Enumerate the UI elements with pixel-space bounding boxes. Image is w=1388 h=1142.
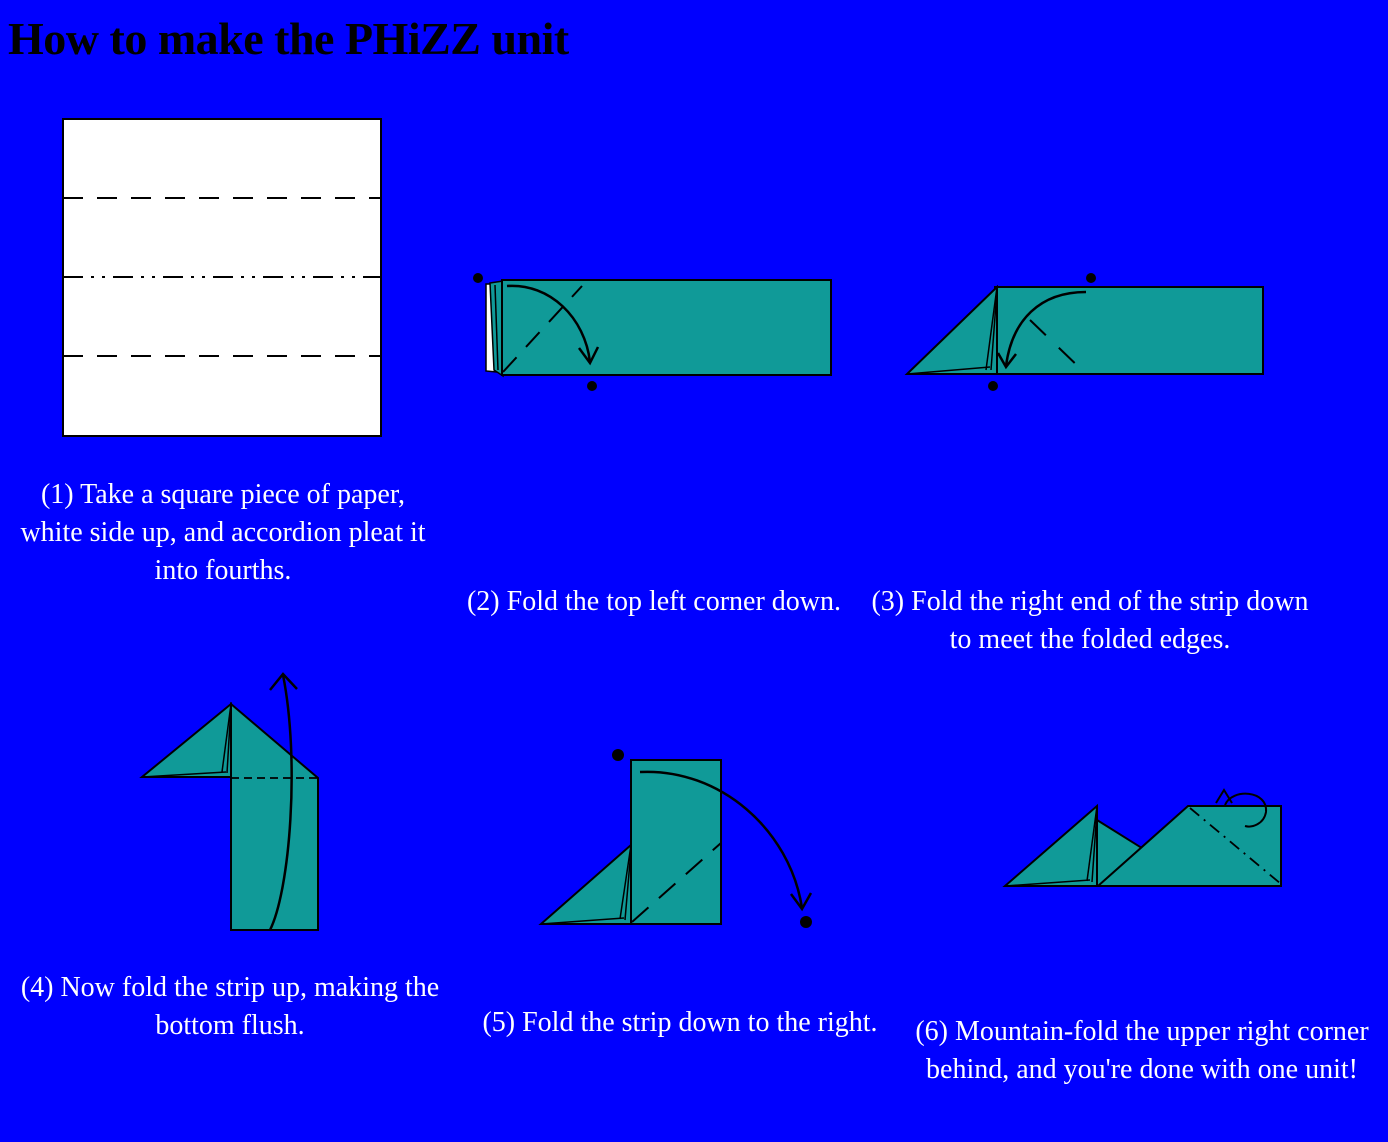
step-4-illustration — [139, 672, 319, 931]
folded-triangle — [904, 284, 998, 375]
step-6-caption: (6) Mountain-fold the upper right corner… — [915, 1016, 1369, 1085]
reference-dot — [800, 916, 812, 928]
step-1-illustration — [62, 118, 382, 437]
step-2-caption: (2) Fold the top left corner down. — [466, 586, 842, 617]
paper-strip — [994, 286, 1264, 375]
paper-strip — [501, 279, 832, 376]
step-2-illustration — [473, 273, 832, 391]
step-6-illustration — [1002, 788, 1282, 887]
reference-dot — [587, 381, 597, 391]
arrow-head — [1215, 788, 1233, 804]
step-5-illustration — [538, 749, 813, 928]
step-3-caption: (3) Fold the right end of the strip down… — [871, 586, 1309, 655]
step-1-caption: (1) Take a square piece of paper, white … — [20, 479, 426, 586]
folded-triangle — [538, 842, 632, 925]
paper-strip — [230, 701, 319, 931]
reference-dot — [473, 273, 483, 283]
reference-dot — [612, 749, 624, 761]
step-4-caption: (4) Now fold the strip up, making the bo… — [20, 972, 440, 1041]
folded-triangle — [1002, 803, 1098, 887]
step-5-caption: (5) Fold the strip down to the right. — [482, 1007, 878, 1038]
reference-dot — [1086, 273, 1096, 283]
folded-triangle — [139, 701, 232, 778]
reference-dot — [988, 381, 998, 391]
step-3-illustration — [904, 273, 1264, 391]
